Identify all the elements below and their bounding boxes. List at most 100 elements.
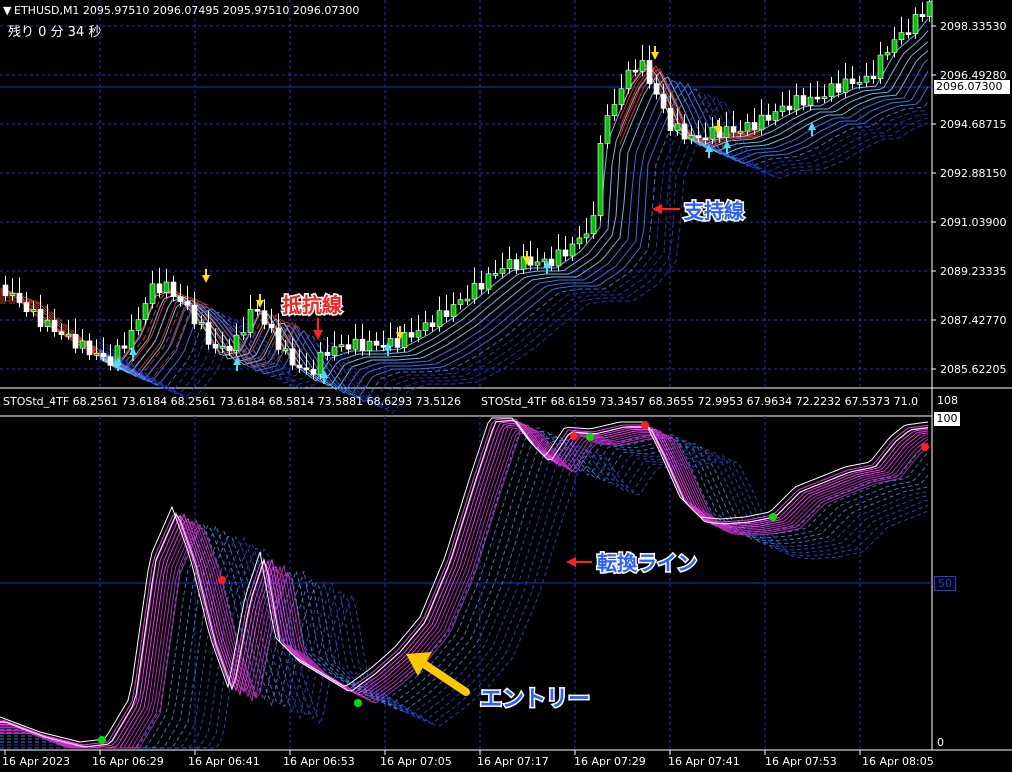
remaining-time: 残り 0 分 34 秒 [8,25,101,40]
candle [268,323,275,329]
stoch-header-1: STOStd_4TF 68.2561 73.6184 68.2561 73.61… [3,395,461,408]
time-axis-label: 16 Apr 2023 [2,755,70,768]
candle [156,283,163,293]
candle [205,322,212,345]
candle [485,273,492,290]
candle [9,292,16,296]
candle [905,32,912,35]
current-price-label: 2096.07300 [934,80,1010,94]
candle [79,340,86,349]
candle [632,69,639,73]
candle [639,60,646,72]
candle [562,249,569,257]
red-signal-dot [641,421,649,429]
level-108-label: 108 [937,394,958,407]
chart-canvas[interactable]: ▼ ETHUSD,M1 2095.97510 2096.07495 2095.9… [0,0,1012,772]
candle [541,258,548,263]
candle [51,319,58,332]
candle [128,330,135,349]
candle [240,332,247,336]
candle [198,322,205,325]
time-axis-label: 16 Apr 07:29 [574,755,646,768]
candle [849,78,856,85]
candle [408,332,415,338]
candle [828,83,835,97]
candle [506,259,513,269]
green-signal-dot [98,736,106,744]
candle [345,344,352,350]
candle [856,81,863,85]
candle [226,346,233,351]
candle [163,281,170,293]
candle [723,126,730,138]
green-signal-dot [354,699,362,707]
candle [282,348,289,352]
entry-label: エントリー [480,687,590,712]
candle [604,115,611,144]
price-axis-label: 2089.23335 [940,265,1006,278]
candle [765,114,772,121]
candle [625,69,632,90]
candle [737,130,744,134]
candle [261,310,268,325]
candle [296,364,303,369]
time-axis-label: 16 Apr 07:05 [380,755,452,768]
candle [422,322,429,331]
time-axis-label: 16 Apr 08:05 [862,755,934,768]
candle [149,283,156,304]
level-50-label: 50 [934,576,956,591]
candle [443,310,450,318]
time-axis-label: 16 Apr 06:41 [188,755,260,768]
price-axis-label: 2085.62205 [940,363,1006,376]
candle [779,105,786,112]
candle [436,310,443,328]
candle [429,322,436,328]
candle [65,333,72,337]
candle [142,303,149,320]
candle [534,261,541,266]
candle [58,331,65,336]
candle [135,319,142,331]
green-signal-dot [769,513,777,521]
candle [758,114,765,131]
candle [177,296,184,302]
candle [394,338,401,348]
red-signal-dot [921,443,929,451]
candle [303,367,310,371]
candle [457,299,464,305]
red-signal-dot [570,432,578,440]
candle [23,302,30,313]
candle [380,345,387,348]
candle [807,96,814,106]
level-100-label: 100 [934,412,960,426]
switch-line-label: 転換ライン [597,551,697,575]
candle [842,78,849,93]
candle [646,60,653,84]
candle [744,122,751,132]
candle [275,327,282,350]
candle [576,237,583,245]
candle [884,52,891,56]
candle [821,96,828,99]
candle [674,123,681,132]
candle [772,111,779,121]
candle [793,95,800,111]
candle [317,351,324,375]
candle [730,126,737,133]
level-0-label: 0 [937,736,944,749]
candle [912,14,919,34]
candle [800,95,807,106]
candle [667,107,674,132]
candle [191,304,198,325]
candle [835,83,842,93]
candle [702,137,709,141]
candle [751,122,758,131]
candle [30,309,37,313]
candle [478,283,485,290]
time-axis-label: 16 Apr 07:41 [668,755,740,768]
time-axis-label: 16 Apr 06:53 [283,755,355,768]
candle [926,1,933,18]
candle [513,259,520,270]
candle [583,233,590,239]
candle [499,268,506,274]
